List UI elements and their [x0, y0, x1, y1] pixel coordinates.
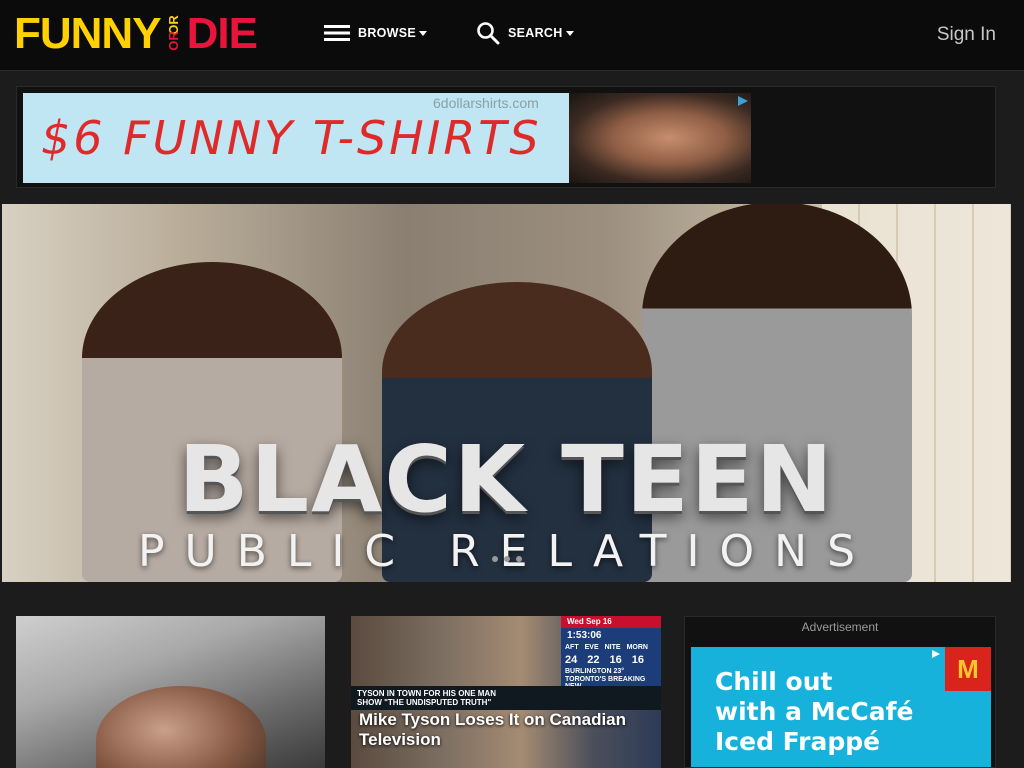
adchoices-icon[interactable]	[931, 649, 941, 659]
ad-line-1: Chill out	[715, 667, 833, 696]
video-thumbnail-person	[96, 686, 266, 768]
ad-line-3: Iced Frappé	[715, 727, 881, 756]
search-icon	[477, 22, 500, 45]
weather-col: EVE	[584, 644, 599, 651]
weather-col: MORN	[626, 644, 648, 651]
sidebar-ad: Advertisement Chill out with a McCafé Ic…	[684, 616, 996, 768]
featured-video-hero[interactable]: BLACK TEEN PUBLIC RELATIONS	[2, 204, 1011, 582]
ticker-line-1: TYSON IN TOWN FOR HIS ONE MAN	[357, 689, 496, 698]
carousel-dot[interactable]	[516, 556, 522, 562]
top-banner-ad-container: 6dollarshirts.com $6 FUNNY T-SHIRTS	[16, 86, 996, 188]
search-label: SEARCH	[508, 26, 563, 40]
mcdonalds-logo: M	[945, 647, 991, 691]
weather-cols: AFT EVE NITE MORN	[565, 644, 648, 651]
news-ticker: TYSON IN TOWN FOR HIS ONE MAN SHOW "THE …	[351, 686, 661, 710]
search-menu-button[interactable]: SEARCH	[476, 22, 574, 45]
logo-or-mark: OR OR	[163, 12, 185, 56]
ticker-line-2: SHOW "THE UNDISPUTED TRUTH"	[357, 698, 492, 707]
weather-col: AFT	[565, 644, 579, 651]
chevron-down-icon	[565, 31, 574, 36]
logo-die-text: DIE	[186, 9, 258, 58]
ad-copy: Chill out with a McCafé Iced Frappé	[715, 667, 913, 757]
video-title[interactable]: Mike Tyson Loses It on Canadian Televisi…	[359, 710, 659, 750]
carousel-dot[interactable]	[504, 556, 510, 562]
weather-col: NITE	[604, 644, 621, 651]
weather-time: 1:53:06	[567, 630, 602, 641]
logo-or-bottom: OR	[165, 31, 181, 51]
ad-url: 6dollarshirts.com	[433, 95, 539, 111]
chevron-down-icon	[419, 31, 428, 36]
weather-panel: Wed Sep 16 1:53:06 AFT EVE NITE MORN 24 …	[561, 616, 661, 690]
mcdonalds-arches: M	[957, 654, 979, 684]
weather-temp: 24	[565, 654, 578, 666]
video-card-2[interactable]: Wed Sep 16 1:53:06 AFT EVE NITE MORN 24 …	[351, 616, 661, 768]
funny-or-die-logo[interactable]: FUNNY OR OR DIE	[14, 9, 258, 58]
weather-temp: 16	[631, 654, 644, 666]
tshirt-banner-ad[interactable]: 6dollarshirts.com $6 FUNNY T-SHIRTS	[23, 93, 751, 183]
browse-menu-button[interactable]: BROWSE	[324, 22, 428, 44]
hero-title: BLACK TEEN	[178, 426, 835, 533]
ad-headline: $6 FUNNY T-SHIRTS	[41, 111, 542, 165]
logo-funny-text: FUNNY	[14, 9, 162, 58]
weather-temp: 22	[587, 654, 600, 666]
weather-city: BURLINGTON 23°	[565, 668, 625, 675]
ad-line-2: with a McCafé	[715, 697, 914, 726]
advertisement-label: Advertisement	[801, 620, 879, 634]
browse-label: BROWSE	[358, 26, 417, 40]
weather-temp: 16	[609, 654, 622, 666]
mccafe-ad[interactable]: Chill out with a McCafé Iced Frappé M	[691, 647, 991, 767]
adchoices-icon[interactable]	[737, 95, 749, 107]
hamburger-icon	[324, 25, 350, 41]
weather-day: Wed Sep 16	[561, 616, 661, 628]
hero-subtitle: PUBLIC RELATIONS	[137, 526, 876, 577]
carousel-dot[interactable]	[492, 556, 498, 562]
weather-temps: 24 22 16 16	[565, 654, 644, 666]
video-card-1[interactable]	[16, 616, 325, 768]
carousel-dots[interactable]	[492, 556, 522, 562]
bearded-man-image	[569, 93, 751, 183]
top-nav-bar: FUNNY OR OR DIE BROWSE SEARCH Sign In	[0, 0, 1024, 71]
sign-in-link[interactable]: Sign In	[937, 24, 996, 46]
